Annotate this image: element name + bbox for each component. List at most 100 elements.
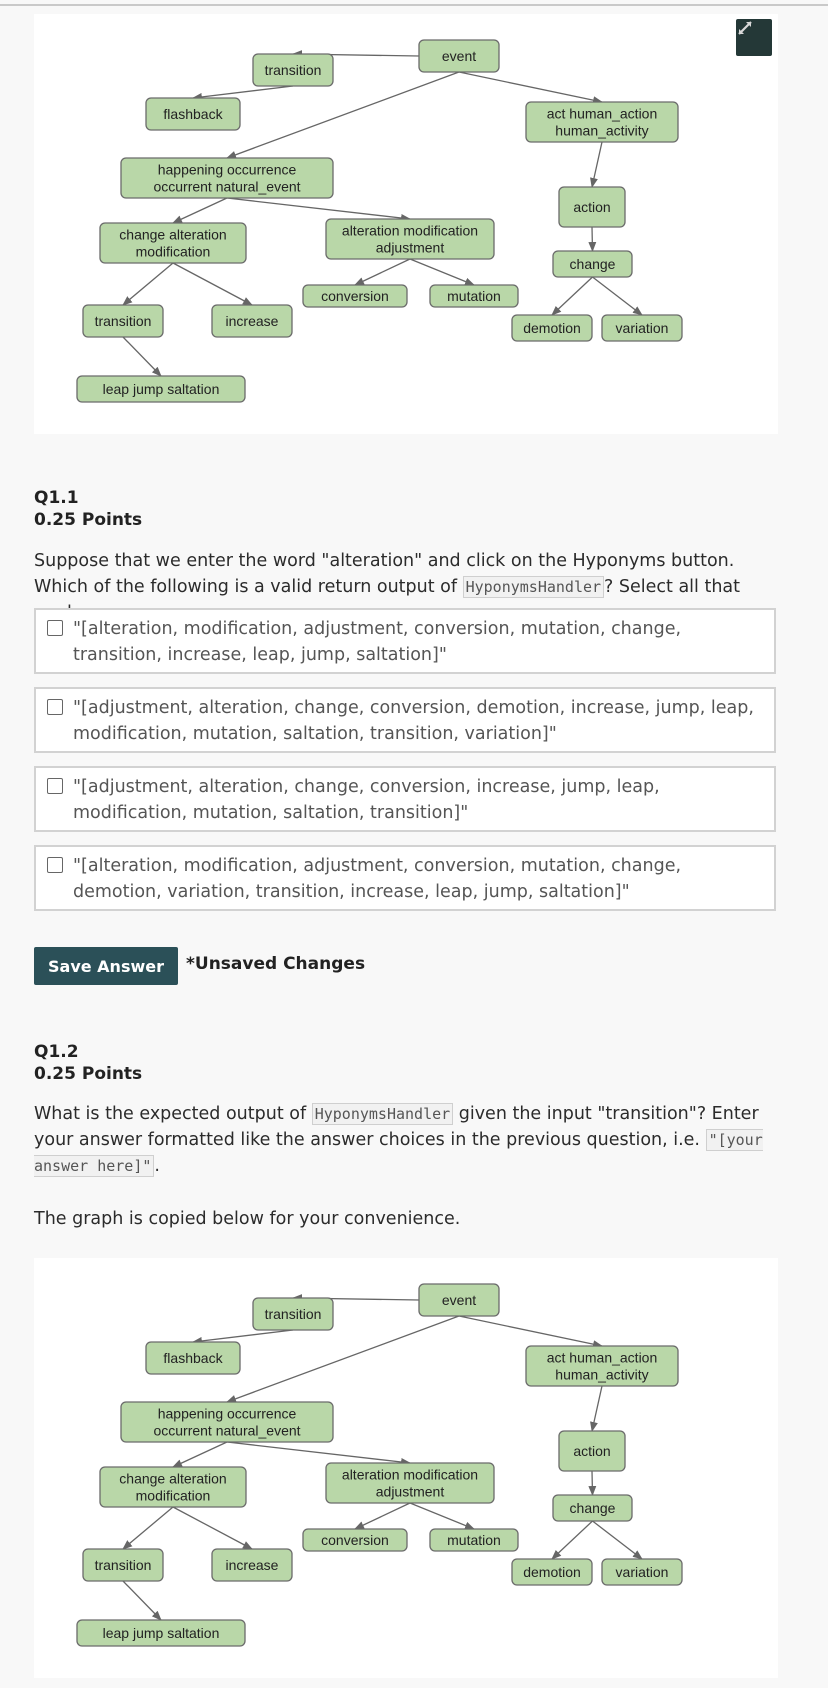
unsaved-changes-status: *Unsaved Changes xyxy=(186,954,366,974)
graph-edge-change_alt-increase xyxy=(172,262,253,306)
checkbox[interactable] xyxy=(47,699,63,715)
graph-edge-change-demotion xyxy=(551,1520,593,1560)
graph-node-label: change xyxy=(570,256,616,272)
checkbox[interactable] xyxy=(47,857,63,873)
option-label: "[adjustment, alteration, change, conver… xyxy=(73,698,754,744)
graph-node-conversion: conversion xyxy=(302,284,408,308)
graph-edge-action-change xyxy=(588,226,597,252)
graph-node-change: change xyxy=(552,250,633,278)
graph-node-leap: leap jump saltation xyxy=(76,375,246,403)
question-points: 0.25 Points xyxy=(34,1064,143,1084)
graph-node-label: variation xyxy=(616,320,669,336)
graph-edge-action-change xyxy=(588,1470,597,1496)
graph-node-variation: variation xyxy=(601,314,683,342)
graph-node-mutation: mutation xyxy=(429,1528,519,1552)
graph-edge-happening-alt_mod xyxy=(226,1441,411,1466)
graph-node-transition_top: transition xyxy=(252,53,334,87)
graph-node-alt_mod: alteration modificationadjustment xyxy=(325,1462,495,1504)
graph-edge-transition_top-flashback xyxy=(192,85,294,101)
graph-node-label: human_activity xyxy=(555,123,648,139)
prompt-text: What is the expected output of xyxy=(34,1104,312,1124)
graph-node-label: action xyxy=(573,199,610,215)
graph-node-label: adjustment xyxy=(376,1484,445,1500)
graph-copy-note: The graph is copied below for your conve… xyxy=(34,1209,461,1229)
graph-edge-event-act xyxy=(458,71,603,105)
graph-node-alt_mod: alteration modificationadjustment xyxy=(325,218,495,260)
graph-edge-transition_top-flashback xyxy=(192,1329,294,1345)
graph-node-act: act human_actionhuman_activity xyxy=(525,1345,679,1387)
checkbox[interactable] xyxy=(47,620,63,636)
graph-node-label: happening occurrence xyxy=(158,1406,297,1422)
question-header-q2: Q1.2 0.25 Points xyxy=(34,1041,142,1085)
graph-edge-change_alt-increase xyxy=(172,1506,253,1550)
graph-node-transition: transition xyxy=(82,1548,164,1582)
graph-edge-act-action xyxy=(590,141,603,188)
graph-node-label: transition xyxy=(265,62,322,78)
graph-node-change: change xyxy=(552,1494,633,1522)
save-answer-button[interactable]: Save Answer xyxy=(34,947,178,985)
code-hyponyms-handler: HyponymsHandler xyxy=(462,576,605,598)
graph-node-action: action xyxy=(558,1430,626,1472)
code-hyponyms-handler: HyponymsHandler xyxy=(311,1103,454,1125)
checkbox[interactable] xyxy=(47,778,63,794)
option-label: "[alteration, modification, adjustment, … xyxy=(73,856,682,902)
graph-node-demotion: demotion xyxy=(511,314,593,342)
graph-node-happening: happening occurrenceoccurrent natural_ev… xyxy=(120,1401,334,1443)
question-number: Q1.1 xyxy=(34,488,79,508)
graph-node-label: variation xyxy=(616,1564,669,1580)
answer-option-3[interactable]: "[adjustment, alteration, change, conver… xyxy=(34,766,776,832)
graph-edge-transition-leap xyxy=(122,336,162,377)
graph-node-label: flashback xyxy=(163,1350,223,1366)
question-header-q1: Q1.1 0.25 Points xyxy=(34,487,142,531)
graph-node-label: happening occurrence xyxy=(158,162,297,178)
top-divider xyxy=(0,4,828,6)
graph-node-label: conversion xyxy=(321,1532,389,1548)
graph-edge-change-variation xyxy=(592,1520,643,1560)
graph-node-demotion: demotion xyxy=(511,1558,593,1586)
expand-arrows-icon xyxy=(738,21,752,35)
graph-edge-alt_mod-mutation xyxy=(409,1502,475,1530)
graph-node-label: leap jump saltation xyxy=(103,381,220,397)
graph-node-flashback: flashback xyxy=(145,97,241,131)
graph-node-label: increase xyxy=(226,1557,279,1573)
graph-edge-transition-leap xyxy=(122,1580,162,1621)
graph-node-label: transition xyxy=(95,1557,152,1573)
graph-node-label: event xyxy=(442,1292,476,1308)
answer-option-4[interactable]: "[alteration, modification, adjustment, … xyxy=(34,845,776,911)
graph-node-act: act human_actionhuman_activity xyxy=(525,101,679,143)
graph-node-variation: variation xyxy=(601,1558,683,1586)
graph-node-label: mutation xyxy=(447,288,501,304)
graph-node-event: event xyxy=(418,39,500,73)
graph-edge-change_alt-transition xyxy=(122,1506,174,1550)
graph-edge-alt_mod-conversion xyxy=(354,1502,411,1530)
graph-node-label: act human_action xyxy=(547,106,658,122)
graph-node-label: transition xyxy=(95,313,152,329)
prompt-text-end: . xyxy=(154,1156,160,1176)
graph-edge-alt_mod-mutation xyxy=(409,258,475,286)
graph-node-label: increase xyxy=(226,313,279,329)
graph-node-label: action xyxy=(573,1443,610,1459)
graph-node-label: demotion xyxy=(523,1564,581,1580)
expand-image-button[interactable] xyxy=(736,19,772,56)
question-number: Q1.2 xyxy=(34,1042,79,1062)
graph-node-change_alt: change alterationmodification xyxy=(99,222,247,264)
option-label: "[adjustment, alteration, change, conver… xyxy=(73,777,660,823)
graph-node-label: act human_action xyxy=(547,1350,658,1366)
graph-edge-act-action xyxy=(590,1385,603,1432)
graph-node-label: leap jump saltation xyxy=(103,1625,220,1641)
graph-node-change_alt: change alterationmodification xyxy=(99,1466,247,1508)
answer-option-2[interactable]: "[adjustment, alteration, change, conver… xyxy=(34,687,776,753)
graph-node-label: human_activity xyxy=(555,1367,648,1383)
graph-node-label: modification xyxy=(136,244,211,260)
graph-node-action: action xyxy=(558,186,626,228)
graph-node-event: event xyxy=(418,1283,500,1317)
hyponym-graph-image-copy: event transition flashback act human_action… xyxy=(34,1258,778,1678)
graph-edge-event-act xyxy=(458,1315,603,1349)
graph-node-flashback: flashback xyxy=(145,1341,241,1375)
graph-node-conversion: conversion xyxy=(302,1528,408,1552)
option-label: "[alteration, modification, adjustment, … xyxy=(73,619,682,665)
graph-node-label: demotion xyxy=(523,320,581,336)
graph-node-label: change alteration xyxy=(119,1471,226,1487)
graph-node-label: mutation xyxy=(447,1532,501,1548)
answer-option-1[interactable]: "[alteration, modification, adjustment, … xyxy=(34,608,776,674)
